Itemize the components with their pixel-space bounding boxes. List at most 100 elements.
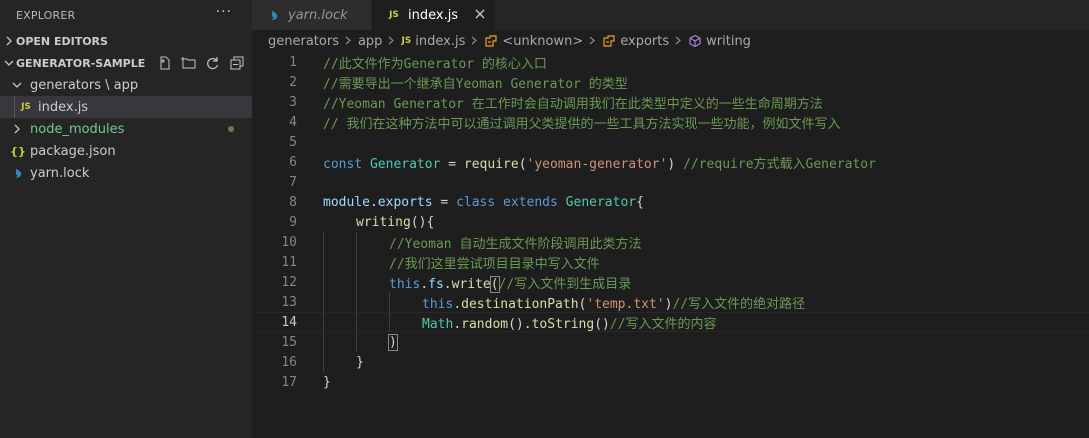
punctuation-token: { bbox=[636, 194, 644, 210]
code-line: 3 //Yeoman Generator 在工作时会自动调用我们在此类型中定义的… bbox=[252, 92, 1089, 112]
javascript-file-icon: JS bbox=[21, 102, 31, 112]
json-file-icon: {} bbox=[10, 144, 26, 158]
comment-token: //写入文件的内容 bbox=[609, 316, 717, 332]
punctuation-token: (){ bbox=[410, 214, 435, 230]
explorer-title: EXPLORER bbox=[16, 8, 76, 22]
line-number: 14 bbox=[281, 314, 297, 330]
yarn-file-icon bbox=[10, 167, 26, 179]
code-text: } bbox=[323, 374, 331, 390]
function-token: random bbox=[461, 316, 509, 332]
line-number: 16 bbox=[281, 354, 297, 370]
operator-token: = bbox=[432, 194, 457, 210]
open-editors-label: OPEN EDITORS bbox=[16, 34, 108, 48]
keyword-token: this bbox=[389, 276, 421, 292]
chevron-right-icon bbox=[2, 36, 16, 46]
code-editor[interactable]: 1 //此文件作为Generator 的核心入口 2 //需要导出一个继承自Ye… bbox=[252, 52, 1089, 438]
string-token: 'temp.txt' bbox=[586, 296, 665, 312]
symbol-method-icon bbox=[688, 34, 702, 48]
code-line: 12 this.fs.write(//写入文件到生成目录 bbox=[252, 272, 1089, 293]
code-line: 13 this.destinationPath('temp.txt')//写入文… bbox=[252, 292, 1089, 312]
new-folder-icon[interactable] bbox=[180, 54, 198, 72]
tree-file-yarn-lock[interactable]: yarn.lock bbox=[0, 162, 252, 184]
keyword-token: class bbox=[456, 194, 496, 210]
breadcrumb-item[interactable]: exports bbox=[620, 34, 669, 49]
code-text: } bbox=[356, 354, 364, 370]
tab-yarn-lock[interactable]: yarn.lock bbox=[252, 0, 372, 30]
code-line-current: 14 Math.random().toString()//写入文件的内容 bbox=[252, 312, 1089, 332]
file-label: package.json bbox=[30, 143, 116, 159]
explorer-sidebar: EXPLORER ··· OPEN EDITORS GENERATOR-SAMP… bbox=[0, 0, 252, 438]
indent-guide bbox=[14, 96, 15, 118]
code-text: const Generator = require('yeoman-genera… bbox=[323, 153, 876, 172]
line-number: 2 bbox=[289, 74, 297, 90]
code-text: this.fs.write(//写入文件到生成目录 bbox=[389, 273, 632, 293]
chevron-right-icon bbox=[675, 35, 682, 48]
code-text: //我们这里尝试项目目录中写入文件 bbox=[389, 256, 600, 272]
editor-tabs: yarn.lock JS index.js bbox=[252, 0, 1089, 30]
function-token: toString bbox=[531, 316, 595, 332]
tree-folder-generators-app[interactable]: generators \ app bbox=[0, 74, 252, 96]
code-line: 4 // 我们在这种方法中可以通过调用父类提供的一些工具方法实现一些功能，例如文… bbox=[252, 112, 1089, 132]
line-number: 4 bbox=[289, 114, 297, 130]
code-text: this.destinationPath('temp.txt')//写入文件的绝… bbox=[422, 293, 805, 312]
code-text: // 我们在这种方法中可以通过调用父类提供的一些工具方法实现一些功能，例如文件写… bbox=[323, 116, 841, 132]
line-number: 8 bbox=[289, 194, 297, 210]
code-line: 17 } bbox=[252, 372, 1089, 392]
identifier-token: Math bbox=[422, 316, 454, 332]
breadcrumb: generators app JS index.js <unknown> exp… bbox=[252, 30, 1089, 52]
function-token: require bbox=[463, 156, 519, 172]
symbol-namespace-icon bbox=[484, 34, 498, 48]
tree-file-index-js[interactable]: JS index.js bbox=[0, 96, 252, 118]
function-token: destinationPath bbox=[461, 296, 579, 312]
keyword-token: const bbox=[323, 156, 363, 172]
punctuation-token: . bbox=[453, 316, 462, 332]
chevron-down-icon bbox=[10, 80, 24, 90]
more-actions-icon[interactable]: ··· bbox=[216, 4, 232, 20]
punctuation-token: ( bbox=[518, 156, 527, 172]
code-text: //Yeoman Generator 在工作时会自动调用我们在此类型中定义的一些… bbox=[323, 96, 823, 112]
tree-file-package-json[interactable]: {} package.json bbox=[0, 140, 252, 162]
code-line: 8 module.exports = class extends Generat… bbox=[252, 192, 1089, 212]
line-number: 6 bbox=[289, 154, 297, 170]
collapse-all-icon[interactable] bbox=[228, 54, 246, 72]
refresh-icon[interactable] bbox=[204, 54, 222, 72]
breadcrumb-item[interactable]: generators bbox=[268, 34, 339, 49]
breadcrumb-item[interactable]: <unknown> bbox=[502, 34, 583, 49]
chevron-right-icon bbox=[388, 35, 395, 48]
code-line: 7 bbox=[252, 172, 1089, 192]
line-number: 9 bbox=[289, 214, 297, 230]
tree-folder-node-modules[interactable]: node_modules bbox=[0, 118, 252, 140]
tab-label: index.js bbox=[408, 7, 459, 23]
code-text: //此文件作为Generator 的核心入口 bbox=[323, 56, 547, 72]
folder-label: generators \ app bbox=[30, 77, 139, 93]
punctuation-token: (). bbox=[508, 316, 532, 332]
comment-token: //写入文件到生成目录 bbox=[498, 276, 632, 292]
breadcrumb-item[interactable]: writing bbox=[706, 34, 751, 49]
code-line: 5 bbox=[252, 132, 1089, 152]
function-token: write bbox=[451, 276, 491, 292]
code-line: 11 //我们这里尝试项目目录中写入文件 bbox=[252, 252, 1089, 272]
git-status-dot bbox=[228, 126, 234, 132]
code-text: module.exports = class extends Generator… bbox=[323, 195, 644, 210]
project-section[interactable]: GENERATOR-SAMPLE bbox=[0, 52, 252, 74]
line-number: 1 bbox=[289, 54, 297, 70]
chevron-right-icon bbox=[345, 35, 352, 48]
close-icon[interactable] bbox=[475, 7, 485, 23]
identifier-token: fs bbox=[428, 276, 444, 292]
breadcrumb-item[interactable]: index.js bbox=[415, 34, 465, 49]
breadcrumb-item[interactable]: app bbox=[358, 34, 382, 49]
chevron-right-icon bbox=[589, 35, 596, 48]
code-text: ) bbox=[388, 333, 398, 351]
open-editors-section[interactable]: OPEN EDITORS bbox=[0, 30, 252, 52]
tab-label: yarn.lock bbox=[288, 7, 348, 23]
file-label: yarn.lock bbox=[30, 165, 90, 181]
operator-token: = bbox=[440, 156, 464, 172]
line-number: 17 bbox=[281, 374, 297, 390]
line-number: 11 bbox=[281, 254, 297, 270]
tab-index-js[interactable]: JS index.js bbox=[372, 0, 496, 30]
new-file-icon[interactable] bbox=[156, 54, 174, 72]
line-number: 3 bbox=[289, 94, 297, 110]
project-label: GENERATOR-SAMPLE bbox=[16, 56, 146, 70]
folder-label: node_modules bbox=[30, 121, 125, 137]
code-line: 10 //Yeoman 自动生成文件阶段调用此类方法 bbox=[252, 232, 1089, 252]
